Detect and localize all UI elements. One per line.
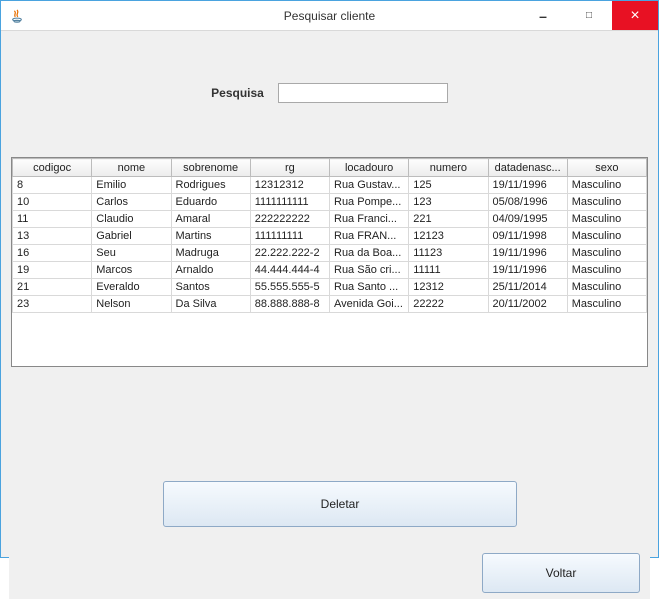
table-header-row: codigocnomesobrenomerglocadouronumerodat… bbox=[13, 159, 647, 177]
results-table[interactable]: codigocnomesobrenomerglocadouronumerodat… bbox=[12, 158, 647, 313]
java-app-icon bbox=[9, 8, 25, 24]
table-cell: 222222222 bbox=[250, 211, 329, 228]
table-cell: 04/09/1995 bbox=[488, 211, 567, 228]
titlebar: Pesquisar cliente – □ × bbox=[1, 1, 658, 31]
table-cell: Rua Pompe... bbox=[330, 194, 409, 211]
table-cell: Arnaldo bbox=[171, 262, 250, 279]
table-cell: 23 bbox=[13, 296, 92, 313]
table-cell: 19/11/1996 bbox=[488, 245, 567, 262]
table-cell: 10 bbox=[13, 194, 92, 211]
main-panel: Pesquisa codigocnomesobrenomerglocadouro… bbox=[9, 83, 650, 599]
column-header[interactable]: numero bbox=[409, 159, 488, 177]
table-cell: 11 bbox=[13, 211, 92, 228]
close-button[interactable]: × bbox=[612, 1, 658, 30]
table-cell: 19/11/1996 bbox=[488, 262, 567, 279]
maximize-button[interactable]: □ bbox=[566, 1, 612, 30]
table-cell: 88.888.888-8 bbox=[250, 296, 329, 313]
table-cell: Everaldo bbox=[92, 279, 171, 296]
table-cell: 13 bbox=[13, 228, 92, 245]
table-cell: Masculino bbox=[567, 245, 646, 262]
table-cell: 22.222.222-2 bbox=[250, 245, 329, 262]
table-cell: 05/08/1996 bbox=[488, 194, 567, 211]
table-cell: 55.555.555-5 bbox=[250, 279, 329, 296]
table-row[interactable]: 16SeuMadruga22.222.222-2Rua da Boa...111… bbox=[13, 245, 647, 262]
table-row[interactable]: 8EmilioRodrigues12312312Rua Gustav...125… bbox=[13, 177, 647, 194]
table-cell: Rua Santo ... bbox=[330, 279, 409, 296]
column-header[interactable]: datadenasc... bbox=[488, 159, 567, 177]
table-cell: 21 bbox=[13, 279, 92, 296]
table-cell: Rua Franci... bbox=[330, 211, 409, 228]
table-cell: Rodrigues bbox=[171, 177, 250, 194]
table-cell: 123 bbox=[409, 194, 488, 211]
table-cell: 44.444.444-4 bbox=[250, 262, 329, 279]
column-header[interactable]: locadouro bbox=[330, 159, 409, 177]
table-cell: 111111111 bbox=[250, 228, 329, 245]
table-cell: Avenida Goi... bbox=[330, 296, 409, 313]
table-cell: Carlos bbox=[92, 194, 171, 211]
search-input[interactable] bbox=[278, 83, 448, 103]
table-cell: 8 bbox=[13, 177, 92, 194]
table-cell: 1111111111 bbox=[250, 194, 329, 211]
table-row[interactable]: 10CarlosEduardo1111111111Rua Pompe...123… bbox=[13, 194, 647, 211]
delete-button[interactable]: Deletar bbox=[163, 481, 517, 527]
table-cell: Rua São cri... bbox=[330, 262, 409, 279]
table-cell: 09/11/1998 bbox=[488, 228, 567, 245]
table-cell: Madruga bbox=[171, 245, 250, 262]
results-table-wrap: codigocnomesobrenomerglocadouronumerodat… bbox=[11, 157, 648, 367]
table-cell: Masculino bbox=[567, 279, 646, 296]
window-controls: – □ × bbox=[520, 1, 658, 30]
column-header[interactable]: codigoc bbox=[13, 159, 92, 177]
table-cell: 221 bbox=[409, 211, 488, 228]
table-cell: Masculino bbox=[567, 194, 646, 211]
table-row[interactable]: 23NelsonDa Silva88.888.888-8Avenida Goi.… bbox=[13, 296, 647, 313]
table-cell: Claudio bbox=[92, 211, 171, 228]
table-cell: 16 bbox=[13, 245, 92, 262]
table-cell: Da Silva bbox=[171, 296, 250, 313]
table-cell: Martins bbox=[171, 228, 250, 245]
table-row[interactable]: 19MarcosArnaldo44.444.444-4Rua São cri..… bbox=[13, 262, 647, 279]
table-cell: Marcos bbox=[92, 262, 171, 279]
column-header[interactable]: nome bbox=[92, 159, 171, 177]
table-cell: Rua Gustav... bbox=[330, 177, 409, 194]
table-cell: 125 bbox=[409, 177, 488, 194]
table-cell: Masculino bbox=[567, 228, 646, 245]
table-cell: Eduardo bbox=[171, 194, 250, 211]
table-cell: 22222 bbox=[409, 296, 488, 313]
table-cell: Masculino bbox=[567, 211, 646, 228]
table-cell: 20/11/2002 bbox=[488, 296, 567, 313]
table-cell: Emilio bbox=[92, 177, 171, 194]
column-header[interactable]: sexo bbox=[567, 159, 646, 177]
table-body: 8EmilioRodrigues12312312Rua Gustav...125… bbox=[13, 177, 647, 313]
search-row: Pesquisa bbox=[9, 83, 650, 103]
table-cell: 12312312 bbox=[250, 177, 329, 194]
table-cell: 11111 bbox=[409, 262, 488, 279]
table-cell: Amaral bbox=[171, 211, 250, 228]
table-cell: 19/11/1996 bbox=[488, 177, 567, 194]
table-cell: Gabriel bbox=[92, 228, 171, 245]
search-label: Pesquisa bbox=[211, 86, 264, 100]
table-cell: 12123 bbox=[409, 228, 488, 245]
table-cell: 25/11/2014 bbox=[488, 279, 567, 296]
table-cell: Rua da Boa... bbox=[330, 245, 409, 262]
table-cell: Nelson bbox=[92, 296, 171, 313]
table-row[interactable]: 11ClaudioAmaral222222222Rua Franci...221… bbox=[13, 211, 647, 228]
table-cell: Santos bbox=[171, 279, 250, 296]
table-cell: 11123 bbox=[409, 245, 488, 262]
column-header[interactable]: sobrenome bbox=[171, 159, 250, 177]
table-row[interactable]: 21EveraldoSantos55.555.555-5Rua Santo ..… bbox=[13, 279, 647, 296]
table-cell: Masculino bbox=[567, 177, 646, 194]
minimize-button[interactable]: – bbox=[520, 1, 566, 30]
table-row[interactable]: 13GabrielMartins111111111Rua FRAN...1212… bbox=[13, 228, 647, 245]
table-cell: 12312 bbox=[409, 279, 488, 296]
table-cell: Seu bbox=[92, 245, 171, 262]
table-cell: Masculino bbox=[567, 296, 646, 313]
table-cell: 19 bbox=[13, 262, 92, 279]
back-button[interactable]: Voltar bbox=[482, 553, 640, 593]
table-cell: Rua FRAN... bbox=[330, 228, 409, 245]
column-header[interactable]: rg bbox=[250, 159, 329, 177]
table-cell: Masculino bbox=[567, 262, 646, 279]
